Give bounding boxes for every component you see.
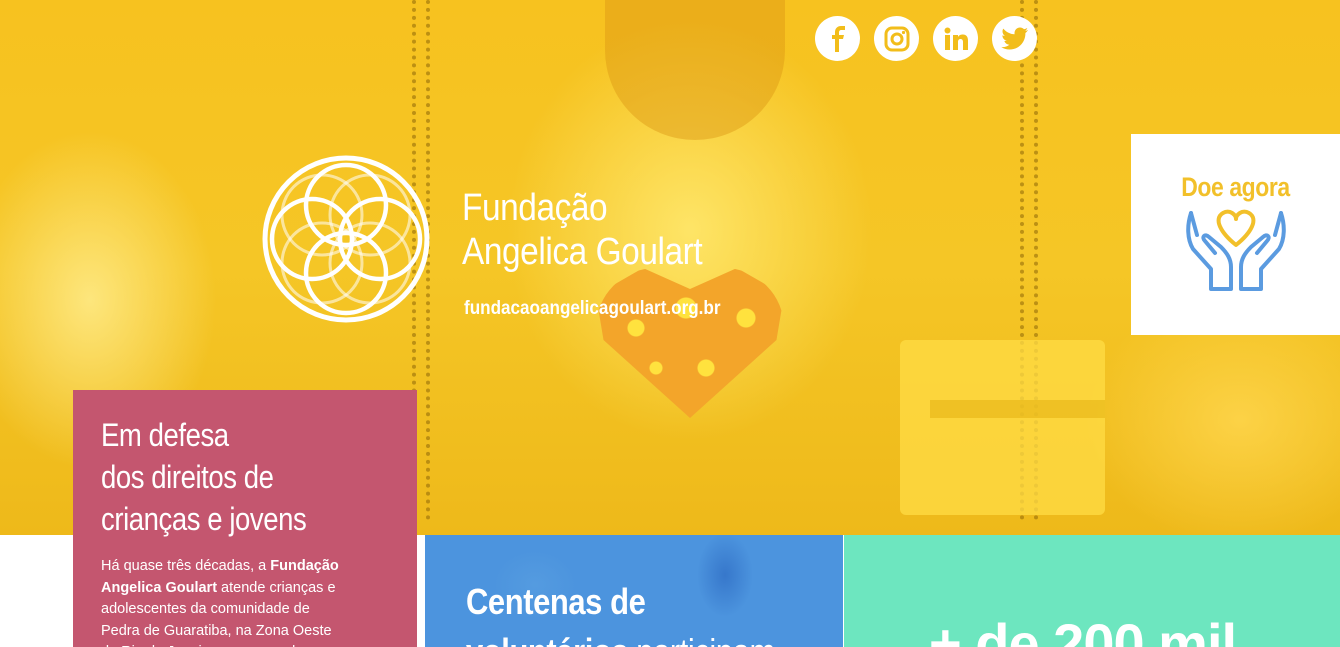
swing-seat bbox=[900, 340, 1105, 515]
brand-url-link[interactable]: fundacaoangelicagoulart.org.br bbox=[464, 298, 721, 320]
stats-headline: + de 200 mil bbox=[929, 612, 1237, 647]
volunteers-card: Centenas de voluntários participam bbox=[425, 535, 843, 647]
brand-name: Fundação Angelica Goulart bbox=[462, 186, 703, 274]
hero-photo-child-face bbox=[605, 0, 785, 140]
mission-text-prefix: Há quase três décadas, a bbox=[101, 558, 271, 574]
volunteers-line1: Centenas de bbox=[466, 581, 646, 622]
volunteers-line2-bold: voluntários bbox=[466, 631, 629, 647]
brand-name-line2: Angelica Goulart bbox=[462, 231, 703, 273]
linkedin-icon bbox=[944, 27, 968, 50]
mission-text: Há quase três décadas, a Fundação Angeli… bbox=[101, 556, 351, 647]
facebook-icon bbox=[831, 25, 845, 52]
volunteers-line2-rest: participam bbox=[628, 631, 775, 647]
twitter-icon bbox=[1000, 27, 1028, 49]
shirt-heart-print bbox=[596, 268, 784, 418]
swing-seat-slat bbox=[930, 400, 1105, 418]
facebook-link[interactable] bbox=[815, 16, 860, 61]
linkedin-link[interactable] bbox=[933, 16, 978, 61]
volunteers-heading: Centenas de voluntários participam bbox=[466, 577, 793, 647]
mission-title: Em defesa dos direitos de crianças e jov… bbox=[101, 417, 307, 537]
hands-heart-icon bbox=[1185, 209, 1286, 291]
mission-card: Em defesa dos direitos de crianças e jov… bbox=[73, 390, 417, 647]
stats-card: + de 200 mil bbox=[844, 535, 1340, 647]
social-links bbox=[815, 16, 1037, 61]
twitter-link[interactable] bbox=[992, 16, 1037, 61]
donate-label: Doe agora bbox=[1181, 172, 1290, 202]
foundation-logo bbox=[262, 155, 430, 323]
instagram-icon bbox=[884, 26, 909, 51]
brand-name-line1: Fundação bbox=[462, 187, 608, 229]
instagram-link[interactable] bbox=[874, 16, 919, 61]
volunteers-line2: voluntários participam bbox=[466, 627, 793, 647]
donate-now-button[interactable]: Doe agora bbox=[1131, 134, 1340, 335]
